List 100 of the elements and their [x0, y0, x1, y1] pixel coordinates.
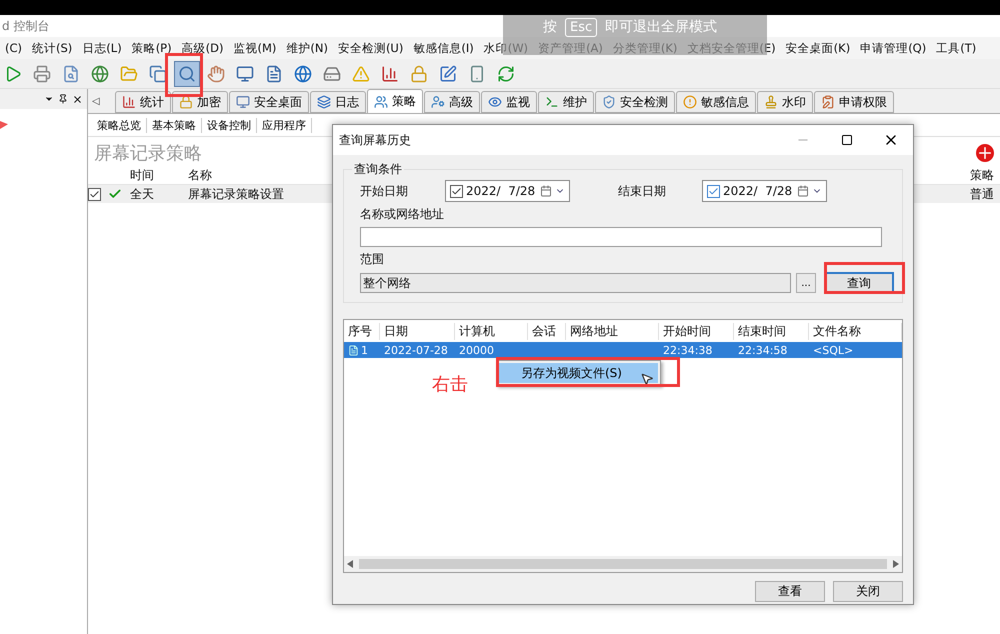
table-cell-text: 全天	[129, 186, 155, 202]
add-icon[interactable]	[976, 144, 994, 162]
field-label: 名称或网络地址	[360, 206, 445, 223]
policy-heading: 屏幕记录策略	[94, 142, 202, 165]
table-cell-text: 屏幕记录策略设置	[187, 186, 285, 202]
stacked-pages-icon	[149, 64, 167, 82]
table-cell-text: 22:34:58	[737, 344, 788, 356]
bar-chart-icon	[381, 64, 399, 82]
column-header[interactable]: 网络地址	[566, 322, 659, 340]
scrollbar-thumb[interactable]	[359, 559, 887, 569]
table-cell-text: 普通	[969, 186, 995, 202]
tab[interactable]: 加密	[172, 91, 228, 113]
tab[interactable]: 高级	[424, 91, 480, 113]
tab[interactable]: 维护	[538, 91, 594, 113]
menu-item[interactable]: 维护(N)	[281, 40, 333, 56]
document-icon	[265, 64, 283, 82]
scroll-right-icon[interactable]	[893, 560, 899, 568]
table-cell: 1	[344, 344, 380, 356]
calendar-icon[interactable]	[540, 185, 552, 197]
subtab[interactable]: 策略总览	[92, 118, 147, 132]
bar-chart-icon	[122, 95, 136, 109]
search-icon	[178, 64, 196, 82]
globe-icon	[91, 64, 109, 82]
tab[interactable]: 申请权限	[814, 91, 894, 113]
checkbox[interactable]	[450, 184, 463, 198]
table-cell-text: 20000	[458, 344, 495, 356]
tab[interactable]: 安全桌面	[229, 91, 309, 113]
column-header: 策略	[969, 167, 995, 184]
date-picker[interactable]: 2022/ 7/28	[702, 180, 827, 202]
table-cell-text: 22:34:38	[662, 344, 714, 356]
column-header[interactable]: 结束时间	[734, 322, 809, 340]
column-header[interactable]: 会话	[528, 322, 566, 340]
lock-icon	[410, 64, 428, 82]
menu-item[interactable]: 敏感信息(I)	[408, 40, 479, 56]
field-label: 结束日期	[618, 182, 667, 200]
browse-button[interactable]: ...	[796, 273, 816, 293]
menu-item[interactable]: 工具(T)	[931, 40, 982, 56]
tab[interactable]: 统计	[115, 91, 171, 113]
checkbox[interactable]	[88, 188, 101, 200]
tab[interactable]: 日志	[310, 91, 366, 113]
column-header: 时间	[129, 167, 155, 184]
column-header[interactable]: 日期	[380, 322, 455, 340]
scope-field[interactable]: 整个网络	[360, 273, 791, 293]
shield-icon	[602, 95, 616, 109]
monitor-icon	[236, 95, 250, 109]
menu-item[interactable]: 安全检测(U)	[332, 40, 408, 56]
menu-item[interactable]: 策略(P)	[126, 40, 177, 56]
tab[interactable]: 安全检测	[595, 91, 675, 113]
pin-icon[interactable]	[58, 94, 68, 104]
tab[interactable]: 监视	[481, 91, 537, 113]
clipboard-icon	[821, 95, 835, 109]
column-header[interactable]: 序号	[344, 322, 380, 340]
monitor-icon	[236, 64, 254, 82]
alert-icon	[683, 95, 697, 109]
close-icon[interactable]	[72, 94, 83, 104]
folder-icon	[120, 64, 138, 82]
highlight-frame	[165, 53, 203, 97]
column-header[interactable]: 计算机	[455, 322, 528, 340]
menu-item[interactable]: 统计(S)	[27, 40, 78, 56]
menu-item[interactable]: 监视(M)	[228, 40, 282, 56]
name-input-field[interactable]	[360, 227, 882, 247]
eye-icon	[488, 95, 502, 109]
toolbar-button[interactable]	[174, 60, 200, 86]
menu-item[interactable]: 安全桌面(K)	[780, 40, 856, 56]
column-header[interactable]: 开始时间	[659, 322, 734, 340]
subtab[interactable]: 基本策略	[147, 118, 202, 132]
subtab[interactable]: 设备控制	[202, 118, 257, 132]
table-cell-text: 2022-07-28	[383, 344, 449, 356]
annotation-text: 右击	[432, 373, 468, 396]
list-row[interactable]: 1 2022-07-28 20000 22:34:38 22:34:58 <SQL>	[344, 342, 902, 358]
date-picker[interactable]: 2022/ 7/28	[445, 180, 570, 202]
pen-icon	[439, 64, 457, 82]
tab-scroll-arrow[interactable]: ◁	[92, 96, 114, 106]
document-icon	[348, 344, 359, 356]
field-label: 开始日期	[360, 182, 409, 200]
group-title: 查询条件	[353, 161, 403, 178]
checkbox[interactable]	[707, 184, 720, 198]
column-header[interactable]: 文件名称	[809, 322, 902, 340]
users-icon	[374, 94, 388, 108]
context-menu-item[interactable]: 另存为视频文件(S)	[499, 363, 658, 383]
dialog-button[interactable]: 查看	[755, 581, 825, 602]
menu-item[interactable]: (C)	[0, 41, 28, 55]
menu-item[interactable]: 日志(L)	[77, 40, 127, 56]
menu-item[interactable]: 高级(D)	[176, 40, 228, 56]
menu-item[interactable]: 申请管理(Q)	[855, 40, 932, 56]
phone-icon	[468, 64, 486, 82]
tab[interactable]: 策略	[367, 89, 423, 113]
play-icon	[4, 64, 22, 82]
tab[interactable]: 敏感信息	[676, 91, 756, 113]
drive-icon	[323, 64, 341, 82]
scroll-left-icon[interactable]	[347, 560, 353, 568]
hand-icon	[207, 64, 225, 82]
stamp-icon	[764, 95, 778, 109]
dialog-button[interactable]: 关闭	[833, 581, 903, 602]
calendar-icon[interactable]	[797, 185, 809, 197]
globe-icon	[294, 64, 312, 82]
printer-icon	[33, 64, 51, 82]
subtab[interactable]: 应用程序	[257, 118, 312, 132]
tab[interactable]: 水印	[757, 91, 813, 113]
field-label: 范围	[360, 251, 385, 268]
